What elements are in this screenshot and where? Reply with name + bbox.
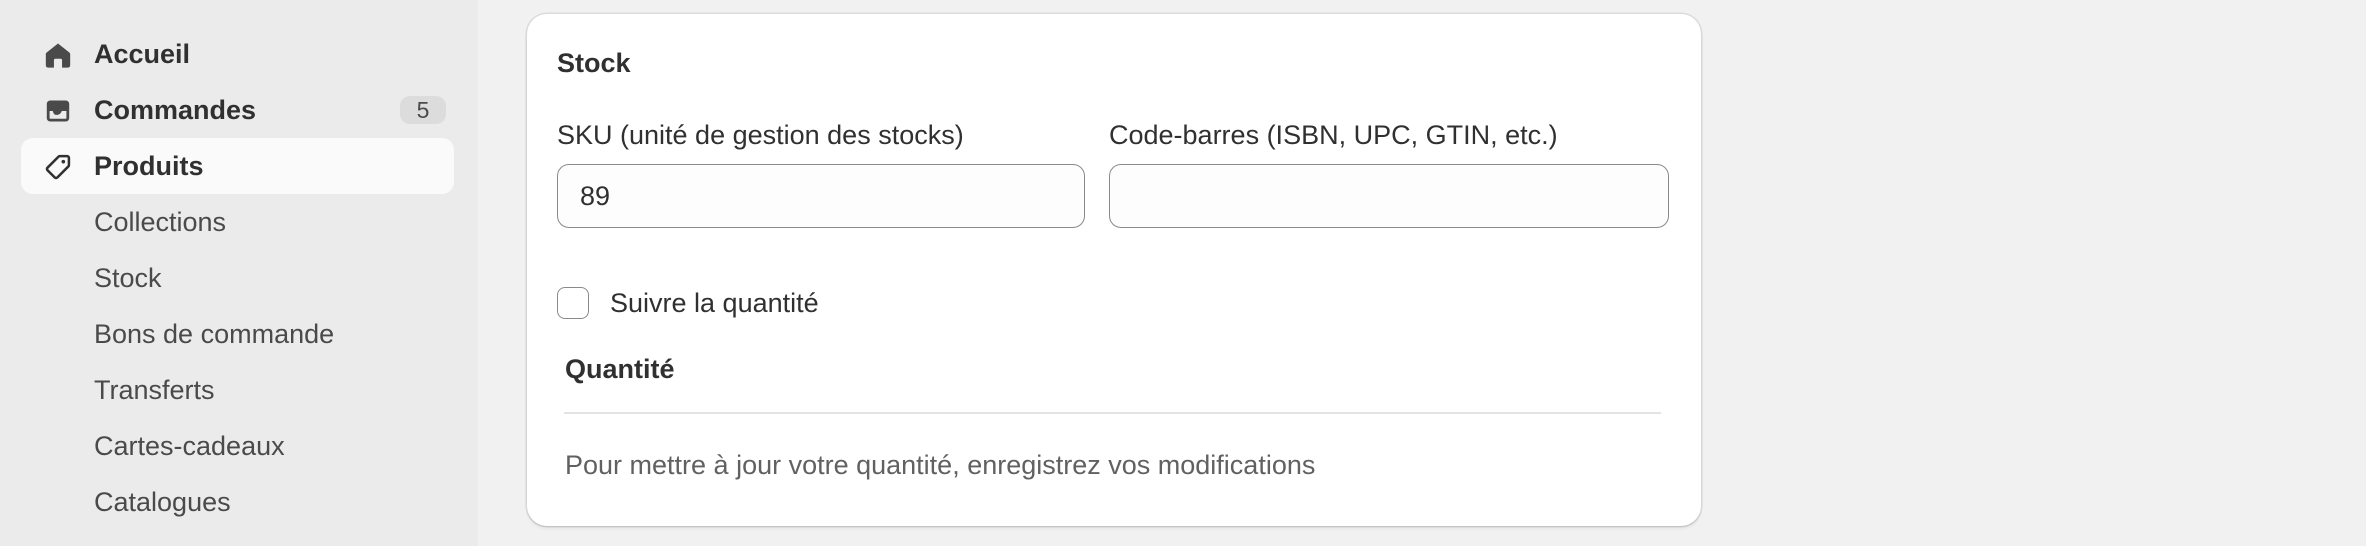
sidebar-subitem-label: Cartes-cadeaux (94, 431, 285, 461)
track-quantity-label: Suivre la quantité (610, 287, 819, 318)
sidebar-subitem-label: Stock (94, 263, 162, 293)
tag-icon (43, 152, 73, 182)
sku-label: SKU (unité de gestion des stocks) (557, 120, 964, 150)
sidebar-subitem-transferts[interactable]: Transferts (21, 362, 454, 418)
card-title: Stock (557, 48, 631, 78)
sidebar-item-accueil[interactable]: Accueil (21, 26, 454, 82)
sidebar-subitem-cartes-cadeaux[interactable]: Cartes-cadeaux (21, 418, 454, 474)
home-icon (43, 40, 73, 70)
stock-card: Stock SKU (unité de gestion des stocks) … (527, 14, 1701, 526)
sidebar-subitem-catalogues[interactable]: Catalogues (21, 474, 454, 530)
quantity-heading: Quantité (565, 354, 675, 384)
sidebar-subitem-label: Transferts (94, 375, 215, 405)
sidebar-item-label: Commandes (94, 95, 257, 125)
sidebar-item-label: Accueil (94, 39, 191, 69)
inbox-icon (43, 96, 73, 126)
sidebar: Accueil Commandes 5 Produits Collections… (0, 0, 478, 546)
sku-input[interactable] (557, 164, 1085, 228)
track-quantity-row[interactable]: Suivre la quantité (557, 286, 819, 320)
sidebar-subitem-label: Collections (94, 207, 227, 237)
sidebar-item-commandes[interactable]: Commandes 5 (21, 82, 454, 138)
track-quantity-checkbox[interactable] (557, 287, 589, 319)
barcode-label: Code-barres (ISBN, UPC, GTIN, etc.) (1109, 120, 1558, 150)
sidebar-subitem-label: Catalogues (94, 487, 231, 517)
sidebar-subitem-collections[interactable]: Collections (21, 194, 454, 250)
main-content: Stock SKU (unité de gestion des stocks) … (478, 0, 2366, 546)
sidebar-item-label: Produits (94, 151, 204, 181)
quantity-hint: Pour mettre à jour votre quantité, enreg… (565, 450, 1316, 480)
orders-count-badge: 5 (400, 96, 446, 124)
barcode-input[interactable] (1109, 164, 1669, 228)
sidebar-subitem-label: Bons de commande (94, 319, 335, 349)
sidebar-subitem-bons-de-commande[interactable]: Bons de commande (21, 306, 454, 362)
sidebar-subitem-stock[interactable]: Stock (21, 250, 454, 306)
sidebar-item-produits[interactable]: Produits (21, 138, 454, 194)
divider (564, 412, 1661, 414)
